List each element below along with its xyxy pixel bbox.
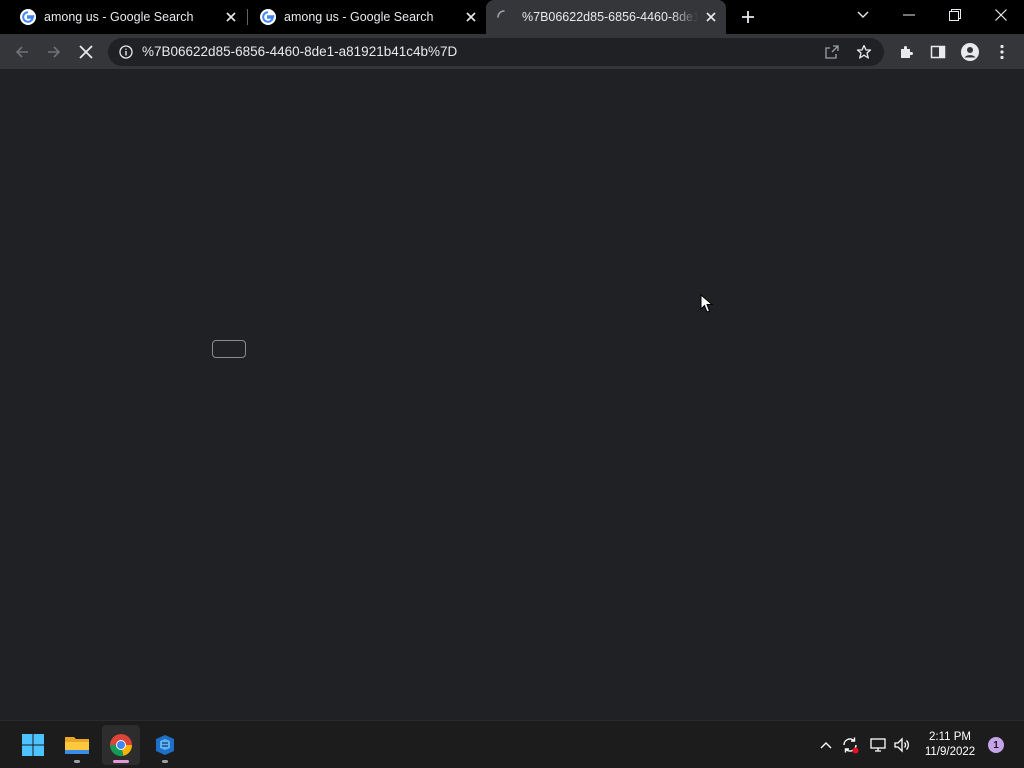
windows-start-icon — [22, 734, 44, 756]
folder-icon — [65, 737, 89, 754]
puzzle-icon — [901, 46, 913, 58]
restore-icon — [949, 9, 961, 21]
chrome-button[interactable] — [102, 725, 140, 765]
chrome-icon — [110, 734, 133, 757]
page-content — [0, 70, 1024, 720]
profile-button[interactable] — [956, 38, 984, 66]
running-indicator — [74, 760, 80, 763]
tab-title: among us - Google Search — [284, 10, 434, 24]
tab-close-icon[interactable] — [222, 8, 240, 26]
system-clock[interactable]: 2:11 PM 11/9/2022 — [918, 730, 982, 760]
loading-spinner-icon — [497, 10, 505, 18]
close-window-button[interactable] — [978, 0, 1024, 30]
notification-badge[interactable]: 1 — [988, 737, 1004, 753]
close-icon — [995, 9, 1007, 21]
google-g-icon — [20, 9, 36, 25]
tab-title: among us - Google Search — [44, 10, 194, 24]
google-g-icon — [260, 9, 276, 25]
address-bar[interactable]: %7B06622d85-6856-4460-8de1-a81921b41c4b%… — [108, 38, 884, 66]
stop-loading-button[interactable] — [72, 38, 100, 66]
tab-close-icon[interactable] — [702, 8, 720, 26]
file-explorer-button[interactable] — [58, 725, 96, 765]
running-indicator — [162, 760, 168, 763]
profile-icon — [961, 43, 979, 61]
arrow-left-icon — [15, 46, 28, 58]
network-icon[interactable] — [868, 735, 888, 755]
browser-toolbar: %7B06622d85-6856-4460-8de1-a81921b41c4b%… — [0, 34, 1024, 70]
start-button[interactable] — [14, 725, 52, 765]
menu-button[interactable] — [988, 38, 1016, 66]
back-button[interactable] — [8, 38, 36, 66]
sync-icon[interactable] — [840, 735, 860, 755]
tab-search-button[interactable] — [840, 0, 886, 30]
restore-button[interactable] — [932, 0, 978, 30]
tab-active-guid[interactable]: %7B06622d85-6856-4460-8de1-a81921b41c4b%… — [486, 0, 726, 34]
side-panel-button[interactable] — [924, 38, 952, 66]
sandbox-app-button[interactable] — [146, 725, 184, 765]
show-hidden-icons-chevron-icon[interactable] — [816, 735, 836, 755]
forward-button[interactable] — [40, 38, 68, 66]
volume-icon[interactable] — [892, 735, 912, 755]
active-indicator — [113, 760, 129, 763]
tab-among-us-2[interactable]: among us - Google Search — [240, 0, 486, 34]
sandbox-app-icon — [156, 735, 174, 755]
minimize-button[interactable] — [886, 0, 932, 30]
share-icon[interactable] — [822, 42, 842, 62]
clock-time: 2:11 PM — [929, 731, 971, 743]
extensions-button[interactable] — [892, 38, 920, 66]
arrow-right-icon — [48, 46, 61, 58]
url-text[interactable]: %7B06622d85-6856-4460-8de1-a81921b41c4b%… — [142, 44, 457, 59]
chevron-down-icon — [857, 11, 869, 18]
minimize-icon — [903, 14, 915, 16]
tab-strip: among us - Google Search among us - Goog… — [0, 0, 1024, 34]
bookmark-star-icon[interactable] — [854, 42, 874, 62]
stop-x-icon — [79, 45, 93, 59]
new-tab-button[interactable] — [736, 5, 760, 29]
plus-icon — [742, 11, 754, 23]
tab-title: %7B06622d85-6856-4460-8de1-a81921b41c4b%… — [522, 10, 698, 24]
tab-among-us-1[interactable]: among us - Google Search — [0, 0, 246, 34]
side-panel-icon — [930, 45, 946, 59]
info-icon[interactable] — [116, 42, 136, 62]
kebab-menu-icon — [1000, 44, 1004, 60]
mouse-cursor-icon — [700, 294, 714, 313]
tab-close-icon[interactable] — [462, 8, 480, 26]
taskbar: 2:11 PM 11/9/2022 1 — [0, 720, 1024, 768]
empty-input-box[interactable] — [212, 340, 246, 358]
clock-date: 11/9/2022 — [924, 746, 976, 758]
